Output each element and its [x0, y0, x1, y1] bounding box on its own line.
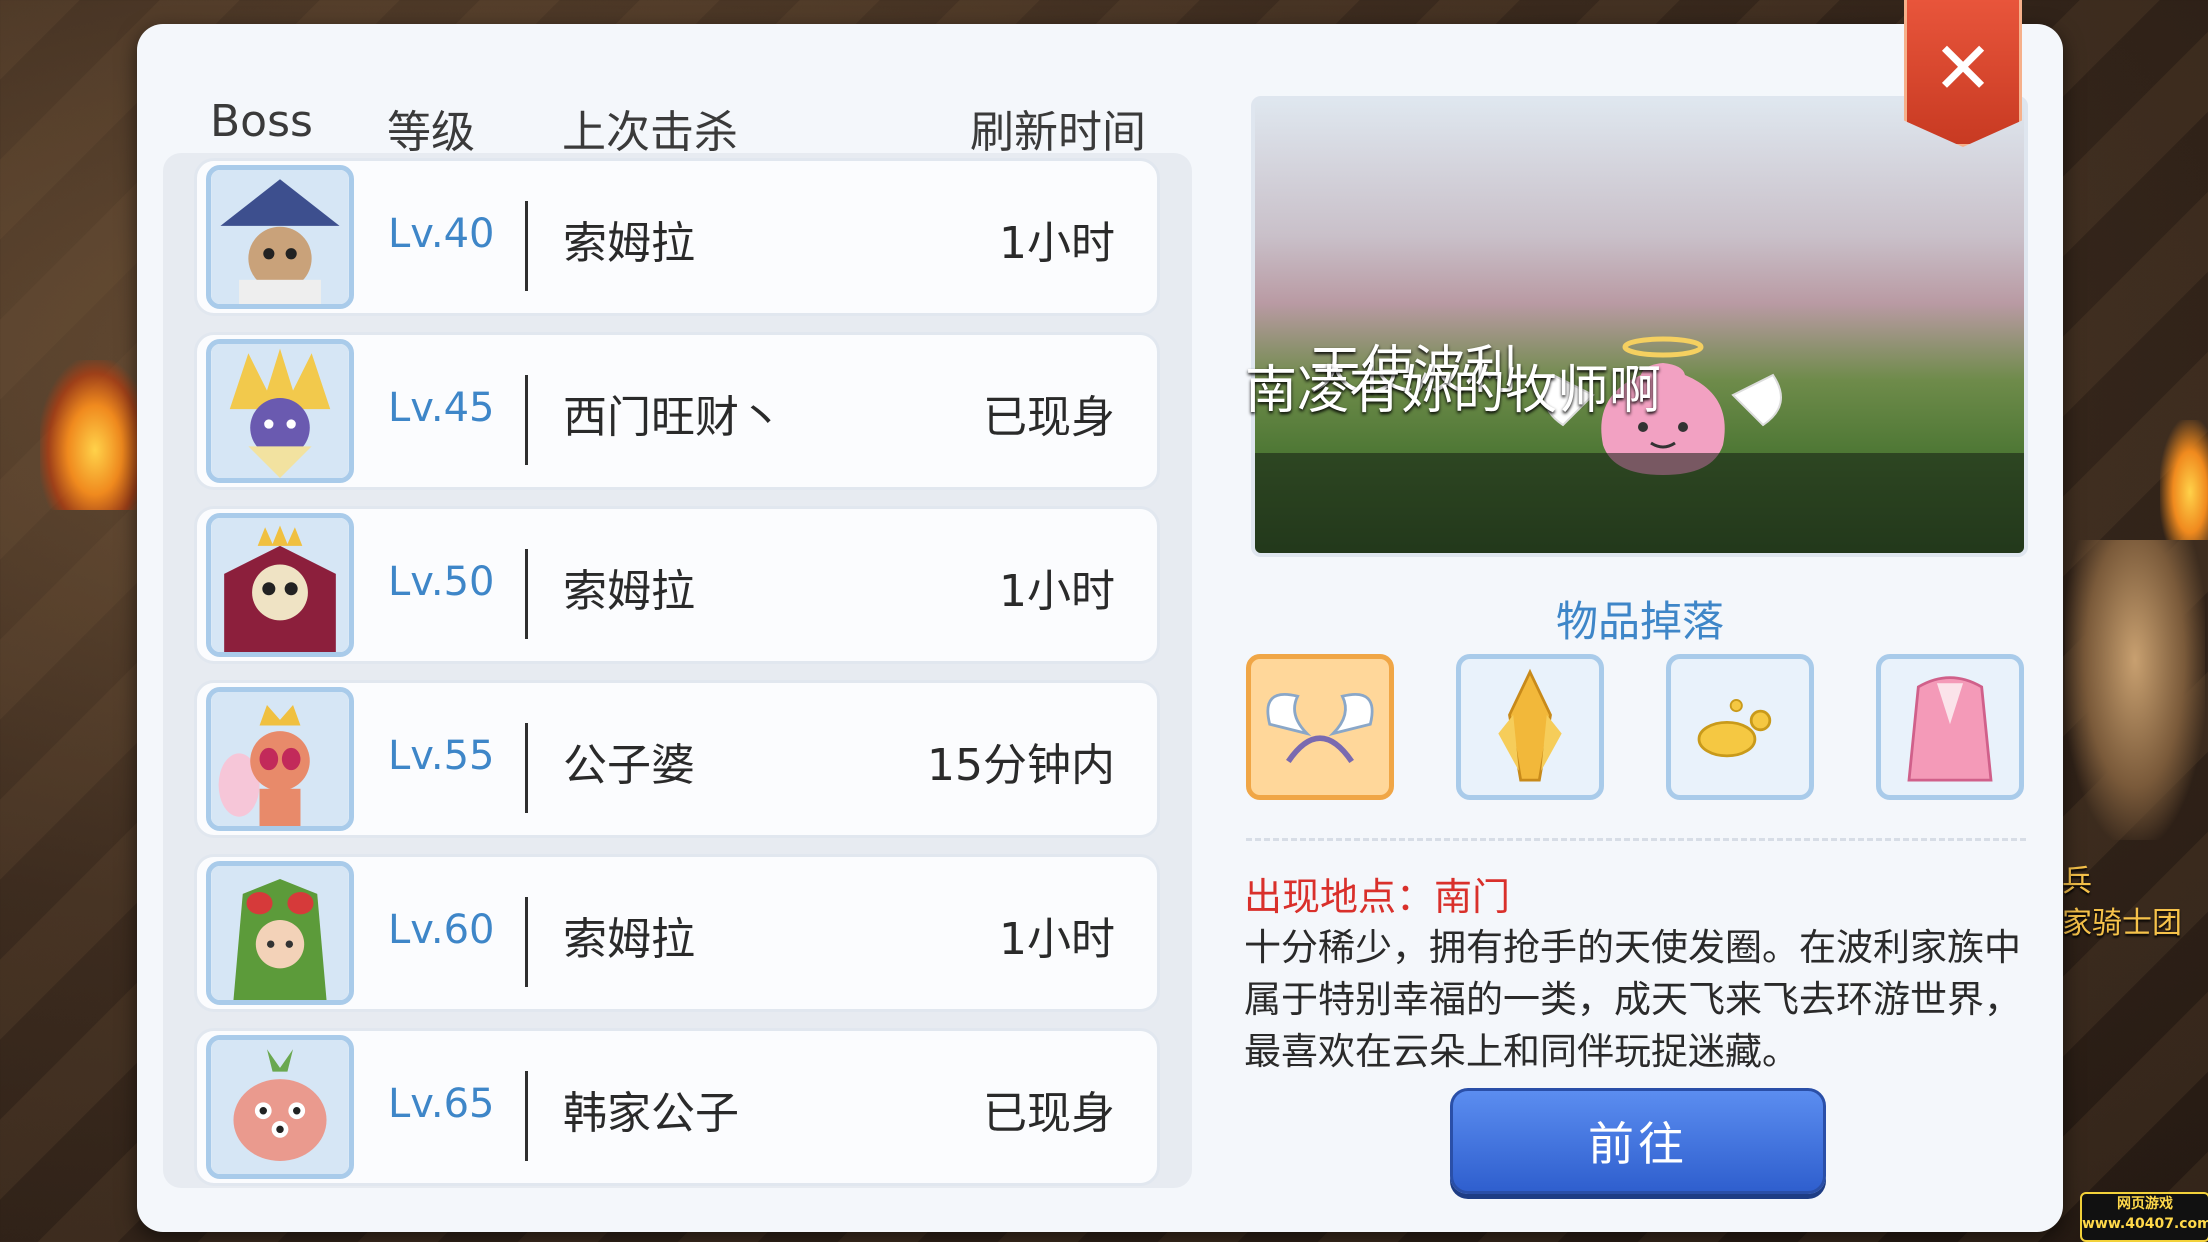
- mantis-girl-boss-icon: [206, 861, 354, 1005]
- site-watermark: 网页游戏 www.40407.com: [2080, 1192, 2208, 1242]
- last-killer: 索姆拉: [563, 914, 695, 965]
- npc-knight: [2065, 540, 2205, 840]
- refresh-time: 1小时: [999, 914, 1115, 965]
- boss-description: 十分稀少，拥有抢手的天使发圈。在波利家族中属于特别幸福的一类，成天飞来飞去环游世…: [1244, 926, 2021, 1073]
- npc-label-bottom: 家骑士团: [2062, 906, 2182, 941]
- queen-bee-boss-icon: [206, 687, 354, 831]
- boss-row[interactable]: Lv.55 公子婆 15分钟内: [194, 680, 1160, 838]
- watermark-title: 网页游戏: [2117, 1196, 2173, 1212]
- boss-row[interactable]: Lv.50 索姆拉 1小时: [194, 506, 1160, 664]
- boss-panel: Boss 等级 上次击杀 刷新时间 Lv.40 索姆拉 1小时 Lv.45 西门…: [137, 0, 2063, 1232]
- torch-fire-icon: [40, 360, 150, 510]
- close-icon: ✕: [1932, 26, 1994, 110]
- divider: [525, 201, 528, 291]
- preview-subtitle: 南凌有妳的牧师啊: [1245, 361, 1662, 421]
- preview-name-band: [1255, 453, 2024, 553]
- boss-row[interactable]: Lv.65 韩家公子 已现身: [194, 1028, 1160, 1186]
- angel-wing-hairband-icon[interactable]: [1246, 654, 1394, 800]
- boss-level: Lv.65: [388, 1081, 495, 1127]
- divider: [525, 897, 528, 987]
- drops-title: 物品掉落: [1556, 597, 1725, 646]
- spawn-location: 出现地点：南门: [1244, 875, 1511, 919]
- last-killer: 韩家公子: [563, 1088, 739, 1139]
- go-button[interactable]: 前往: [1450, 1088, 1826, 1194]
- refresh-time: 1小时: [999, 218, 1115, 269]
- last-killer: 索姆拉: [563, 218, 695, 269]
- boss-level: Lv.50: [388, 559, 495, 605]
- refresh-time: 1小时: [999, 566, 1115, 617]
- last-killer: 索姆拉: [563, 566, 695, 617]
- boss-level: Lv.55: [388, 733, 495, 779]
- torch-fire-icon: [2160, 420, 2208, 540]
- boss-row[interactable]: Lv.40 索姆拉 1小时: [194, 158, 1160, 316]
- boss-level: Lv.45: [388, 385, 495, 431]
- divider: [525, 375, 528, 465]
- last-killer: 公子婆: [563, 740, 695, 791]
- refresh-time: 已现身: [983, 392, 1115, 443]
- refresh-time: 已现身: [983, 1088, 1115, 1139]
- boss-row[interactable]: Lv.60 索姆拉 1小时: [194, 854, 1160, 1012]
- boss-level: Lv.60: [388, 907, 495, 953]
- gold-crystal-icon[interactable]: [1456, 654, 1604, 800]
- boss-preview: [1251, 96, 2028, 557]
- boss-level: Lv.40: [388, 211, 495, 257]
- pirate-boss-icon: [206, 165, 354, 309]
- golden-jelly-icon[interactable]: [1666, 654, 1814, 800]
- divider: [525, 1071, 528, 1161]
- section-divider: [1246, 838, 2026, 841]
- boss-row[interactable]: Lv.45 西门旺财丶 已现身: [194, 332, 1160, 490]
- golden-hair-boss-icon: [206, 339, 354, 483]
- divider: [525, 549, 528, 639]
- npc-label-top: 兵: [2062, 864, 2092, 899]
- skull-king-boss-icon: [206, 513, 354, 657]
- refresh-time: 15分钟内: [927, 740, 1115, 791]
- last-killer: 西门旺财丶: [563, 392, 783, 443]
- close-button[interactable]: ✕: [1904, 0, 2022, 147]
- pink-fluffy-coat-icon[interactable]: [1876, 654, 2024, 800]
- divider: [525, 723, 528, 813]
- watermark-url: www.40407.com: [2082, 1216, 2208, 1232]
- eyeball-plant-boss-icon: [206, 1035, 354, 1179]
